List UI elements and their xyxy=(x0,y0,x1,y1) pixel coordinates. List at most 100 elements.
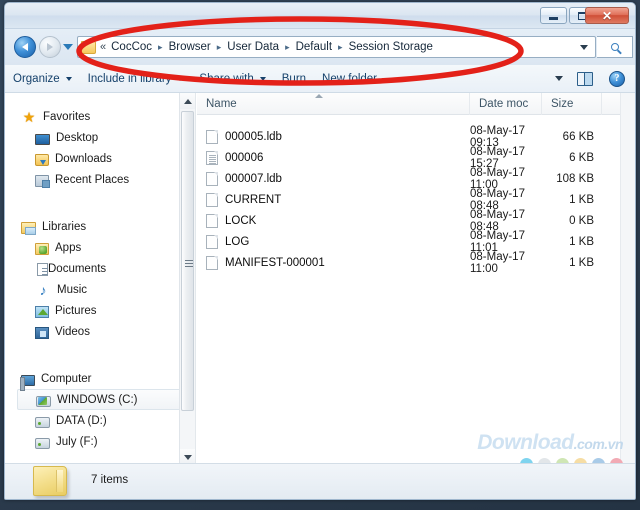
close-button[interactable]: ✕ xyxy=(585,7,629,24)
file-name-label: LOCK xyxy=(225,214,257,227)
table-row[interactable]: 000007.ldb 08-May-17 11:00 108 KB xyxy=(197,167,635,191)
change-view-icon[interactable] xyxy=(577,71,593,86)
column-header-date-modified[interactable]: Date moc xyxy=(470,92,542,115)
sidebar-group-libraries[interactable]: Libraries xyxy=(5,216,195,237)
blank-file-icon xyxy=(206,171,218,186)
share-with-label: Share with xyxy=(199,72,254,85)
share-with-button[interactable]: Share with xyxy=(191,68,273,90)
table-row[interactable]: CURRENT 08-May-17 08:48 1 KB xyxy=(197,188,635,212)
file-size-cell: 1 KB xyxy=(569,193,594,206)
breadcrumb-item-default[interactable]: Default xyxy=(295,41,333,53)
burn-button[interactable]: Burn xyxy=(274,68,314,90)
library-icon xyxy=(21,221,36,235)
table-row[interactable]: LOG 08-May-17 11:01 1 KB xyxy=(197,230,635,254)
folder-icon xyxy=(81,40,96,54)
address-history-dropdown[interactable] xyxy=(573,37,595,57)
table-row[interactable]: 000005.ldb 08-May-17 09:13 66 KB xyxy=(197,125,635,149)
pictures-icon xyxy=(35,305,49,318)
sidebar-item-recent-places[interactable]: Recent Places xyxy=(5,169,195,190)
windows-drive-icon xyxy=(36,395,51,407)
sidebar-label-recent-places: Recent Places xyxy=(55,173,130,186)
command-toolbar: Organize Include in library Share with B… xyxy=(5,65,635,93)
chevron-right-icon[interactable]: ▸ xyxy=(333,42,348,52)
file-size-cell: 108 KB xyxy=(556,172,594,185)
sidebar-item-apps[interactable]: Apps xyxy=(5,237,195,258)
chevron-down-icon xyxy=(259,76,266,81)
title-bar: ✕ xyxy=(5,3,635,29)
explorer-body: ★ Favorites Desktop Downloads Recent Pla… xyxy=(5,92,635,465)
table-row[interactable]: 000006 08-May-17 15:27 6 KB xyxy=(197,146,635,170)
sidebar-item-desktop[interactable]: Desktop xyxy=(5,127,195,148)
organize-label: Organize xyxy=(13,72,60,85)
column-label-name: Name xyxy=(206,97,237,110)
recent-pages-dropdown[interactable] xyxy=(63,44,73,50)
blank-file-icon xyxy=(206,213,218,228)
table-row[interactable]: LOCK 08-May-17 08:48 0 KB xyxy=(197,209,635,233)
chevron-right-icon[interactable]: ▸ xyxy=(280,42,295,52)
sidebar-item-videos[interactable]: Videos xyxy=(5,321,195,342)
blank-file-icon xyxy=(206,129,218,144)
file-list-pane: Name Date moc Size 000005.ldb 08-May-17 … xyxy=(197,92,635,465)
blank-file-icon xyxy=(206,192,218,207)
address-bar[interactable]: « CocCoc ▸ Browser ▸ User Data ▸ Default… xyxy=(77,36,596,58)
sidebar-label-downloads: Downloads xyxy=(55,152,112,165)
chevron-right-icon[interactable]: ▸ xyxy=(153,42,168,52)
organize-button[interactable]: Organize xyxy=(5,68,80,90)
sidebar-group-computer[interactable]: Computer xyxy=(5,368,195,391)
file-size-cell: 1 KB xyxy=(569,256,594,269)
breadcrumb-item-session-storage[interactable]: Session Storage xyxy=(348,41,434,53)
new-folder-button[interactable]: New folder xyxy=(314,68,385,90)
chevron-right-icon[interactable]: ▸ xyxy=(212,42,227,52)
breadcrumb-item-coccoc[interactable]: CocCoc xyxy=(110,41,153,53)
sidebar-label-july-f: July (F:) xyxy=(56,435,98,448)
help-icon[interactable]: ? xyxy=(609,70,625,87)
burn-label: Burn xyxy=(281,72,307,85)
column-label-date: Date moc xyxy=(479,97,529,110)
breadcrumb[interactable]: « CocCoc ▸ Browser ▸ User Data ▸ Default… xyxy=(78,40,573,54)
document-icon xyxy=(37,263,48,276)
file-list-scrollbar[interactable] xyxy=(620,93,635,465)
triangle-up-icon xyxy=(183,98,192,104)
breadcrumb-overflow-icon[interactable]: « xyxy=(98,41,110,53)
close-icon: ✕ xyxy=(601,8,613,23)
item-count-label: 7 items xyxy=(91,474,129,486)
navigation-scrollbar[interactable] xyxy=(179,93,195,465)
breadcrumb-item-user-data[interactable]: User Data xyxy=(226,41,280,53)
sidebar-item-downloads[interactable]: Downloads xyxy=(5,148,195,169)
back-button[interactable] xyxy=(14,36,36,58)
scrollbar-thumb[interactable] xyxy=(181,111,194,411)
include-in-library-button[interactable]: Include in library xyxy=(80,68,192,90)
file-name-label: 000006 xyxy=(225,151,264,164)
file-name-cell: 000006 xyxy=(197,150,470,165)
sidebar-item-documents[interactable]: Documents xyxy=(5,258,195,279)
status-bar: 7 items xyxy=(5,463,635,499)
toolbar-overflow-icon[interactable] xyxy=(555,76,563,81)
forward-arrow-icon xyxy=(47,43,53,51)
column-header-size[interactable]: Size xyxy=(542,92,602,115)
sidebar-item-windows-c[interactable]: WINDOWS (C:) xyxy=(17,389,191,410)
sidebar-item-july-f[interactable]: July (F:) xyxy=(5,431,195,452)
file-size-cell: 6 KB xyxy=(569,151,594,164)
minimize-button[interactable] xyxy=(540,7,567,24)
sidebar-group-favorites[interactable]: ★ Favorites xyxy=(5,106,195,127)
include-in-library-label: Include in library xyxy=(87,72,172,85)
sidebar-item-music[interactable]: ♪ Music xyxy=(5,279,195,300)
chevron-down-icon xyxy=(65,76,72,81)
search-input[interactable] xyxy=(597,36,633,58)
forward-button[interactable] xyxy=(39,36,61,58)
file-name-cell: LOCK xyxy=(197,213,470,228)
file-name-cell: LOG xyxy=(197,234,470,249)
column-header-name[interactable]: Name xyxy=(197,92,470,115)
file-size-cell: 66 KB xyxy=(562,130,594,143)
file-name-label: 000005.ldb xyxy=(225,130,282,143)
breadcrumb-item-browser[interactable]: Browser xyxy=(168,41,212,53)
sidebar-item-data-d[interactable]: DATA (D:) xyxy=(5,410,195,431)
table-row[interactable]: MANIFEST-000001 08-May-17 11:00 1 KB xyxy=(197,251,635,275)
scrollbar-grip-icon xyxy=(185,260,193,267)
scroll-up-button[interactable] xyxy=(180,93,195,109)
sidebar-item-pictures[interactable]: Pictures xyxy=(5,300,195,321)
hard-drive-icon xyxy=(35,416,50,428)
